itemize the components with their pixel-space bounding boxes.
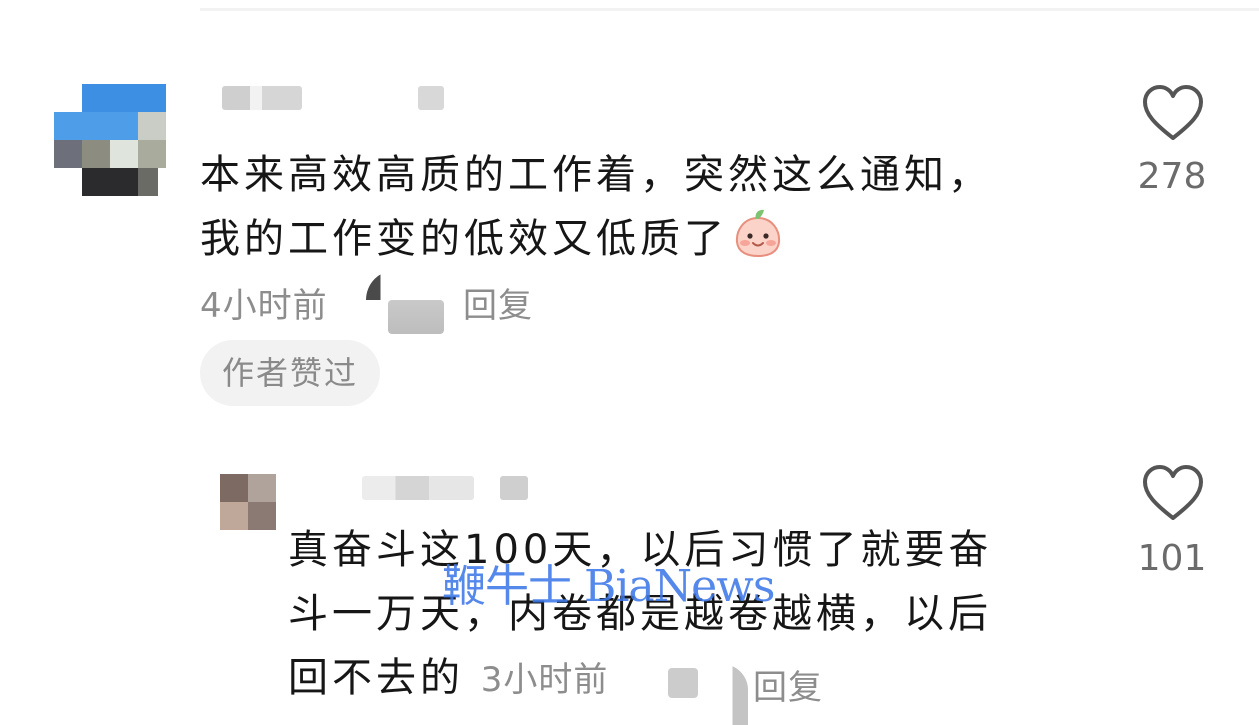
username-blurred[interactable] [222,86,302,110]
comment-line: 本来高效高质的工作着，突然这么通知， [200,152,992,198]
location-blurred-part [388,300,444,334]
username-blurred-part [500,476,528,500]
username-blurred-part [418,86,444,110]
comment-time: 4小时前 [200,286,328,326]
author-liked-badge: 作者赞过 [200,340,381,406]
like-button[interactable] [1141,84,1205,142]
comment-line: 回不去的 [288,655,464,701]
comment-line: 我的工作变的低效又低质了 [200,216,728,262]
username-blurred[interactable] [362,476,474,500]
heart-icon [1143,85,1203,140]
comment-text: 本来高效高质的工作着，突然这么通知， 我的工作变的低效又低质了 [200,143,1100,271]
like-button[interactable] [1141,464,1205,522]
watermark: 鞭牛士 BiaNews [442,561,775,612]
like-count: 101 [1137,538,1207,579]
location-blurred [668,668,698,698]
avatar[interactable] [54,84,166,196]
heart-icon [1143,465,1203,520]
avatar[interactable] [220,474,276,530]
comment-time: 3小时前 [480,660,609,700]
reply-button[interactable]: 回复 [463,278,533,327]
top-divider [200,8,1259,11]
reply-button[interactable]: 回复 [753,660,823,709]
blushing-face-emoji-icon [732,208,784,258]
location-blurred [366,270,446,300]
like-count: 278 [1137,156,1207,197]
